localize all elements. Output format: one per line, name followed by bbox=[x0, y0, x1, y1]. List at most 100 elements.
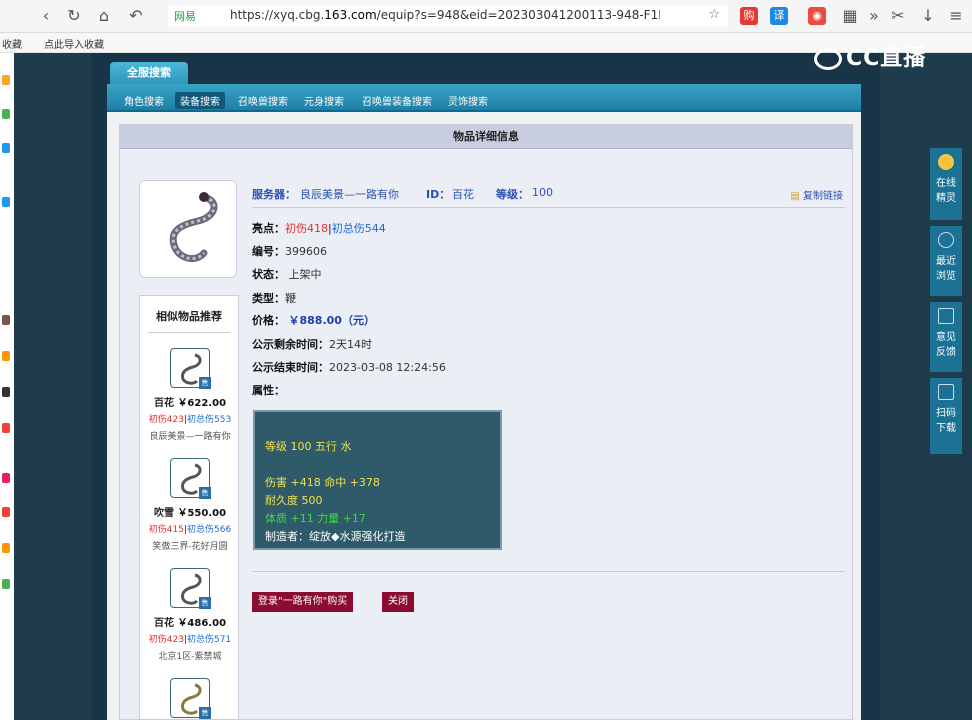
rec-server: 良辰美景—一路有你 bbox=[149, 432, 231, 442]
assistant-avatar-icon bbox=[938, 154, 954, 170]
address-bar[interactable]: 网易 https://xyq.cbg.163.com/equip?s=948&e… bbox=[168, 5, 728, 27]
subnav-equip-search[interactable]: 装备搜索 bbox=[175, 92, 225, 109]
translate-icon[interactable]: 译 bbox=[770, 7, 788, 25]
whip-icon bbox=[169, 192, 218, 263]
side-app-icon[interactable] bbox=[2, 143, 10, 153]
rec-server: 北京1区-紫禁城 bbox=[158, 652, 222, 662]
home-icon[interactable]: ⌂ bbox=[94, 6, 114, 26]
rec-price: ￥622.00 bbox=[177, 398, 227, 409]
rec-tag: 初伤423 bbox=[148, 635, 184, 645]
bookmark-folder[interactable]: 收藏 bbox=[2, 36, 22, 51]
apps-grid-icon[interactable]: ▦ bbox=[840, 6, 860, 26]
level-label: 等级： bbox=[496, 188, 529, 201]
id-label: ID： bbox=[426, 188, 451, 201]
qrcode-icon bbox=[938, 384, 954, 400]
game-icon[interactable]: ◉ bbox=[808, 7, 826, 25]
rec-name: 百花 bbox=[153, 398, 174, 409]
sell-badge: 售 bbox=[199, 377, 211, 389]
side-app-icon[interactable] bbox=[2, 387, 10, 397]
level-value: 100 bbox=[532, 186, 553, 199]
attributes-label: 属性： bbox=[252, 384, 285, 397]
rec-tag: 初总伤566 bbox=[187, 525, 232, 535]
subnav-pet-search[interactable]: 召唤兽搜索 bbox=[233, 92, 293, 109]
download-icon[interactable]: ↓ bbox=[918, 6, 938, 26]
list-item[interactable]: 售 百花 ￥622.00 初伤423|初总伤553 良辰美景—一路有你 bbox=[140, 348, 240, 442]
side-app-icon[interactable] bbox=[2, 507, 10, 517]
detail-header: 物品详细信息 bbox=[120, 125, 852, 149]
cc-live-logo[interactable]: CC直播 bbox=[814, 40, 926, 72]
subnav-role-search[interactable]: 角色搜索 bbox=[119, 92, 169, 109]
side-app-icon[interactable] bbox=[2, 315, 10, 325]
whip-icon[interactable]: 售 bbox=[170, 568, 211, 609]
star-icon[interactable]: ☆ bbox=[708, 7, 720, 22]
side-app-icon[interactable] bbox=[2, 473, 10, 483]
attribute-box: 等级 100 五行 水 伤害 +418 命中 +378 耐久度 500 体质 +… bbox=[253, 410, 502, 550]
float-feedback[interactable]: 意见 反馈 bbox=[930, 302, 962, 372]
float-recent-browse[interactable]: 最近 浏览 bbox=[930, 226, 962, 296]
highlight-tag: 初总伤544 bbox=[331, 222, 386, 235]
sell-badge: 售 bbox=[199, 597, 211, 609]
rec-price: ￥486.00 bbox=[177, 618, 227, 629]
side-app-icon[interactable] bbox=[2, 75, 10, 85]
whip-icon[interactable]: 售 bbox=[170, 348, 211, 389]
subnav-ornament-search[interactable]: 灵饰搜索 bbox=[443, 92, 493, 109]
subnav-pet-equip-search[interactable]: 召唤兽装备搜索 bbox=[357, 92, 437, 109]
remaining-time-row: 公示剩余时间：2天14时 bbox=[252, 338, 372, 351]
list-item[interactable]: 售 bbox=[140, 678, 240, 719]
extension-icon[interactable]: 购 bbox=[740, 7, 758, 25]
scissors-icon[interactable]: ✂ bbox=[888, 6, 908, 26]
item-image bbox=[139, 180, 237, 278]
tab-all-server-search[interactable]: 全服搜索 bbox=[110, 62, 188, 86]
side-app-icon[interactable] bbox=[2, 543, 10, 553]
attr-stats: 体质 +11 力量 +17 bbox=[265, 512, 366, 525]
divider bbox=[252, 571, 845, 572]
list-item[interactable]: 售 百花 ￥486.00 初伤423|初总伤571 北京1区-紫禁城 bbox=[140, 568, 240, 662]
rec-name: 百花 bbox=[153, 618, 174, 629]
edit-icon bbox=[938, 308, 954, 324]
copy-link[interactable]: ▤ 复制链接 bbox=[790, 187, 843, 202]
sub-navigation: 角色搜索 装备搜索 召唤兽搜索 元身搜索 召唤兽装备搜索 灵饰搜索 bbox=[107, 84, 861, 112]
side-app-icon[interactable] bbox=[2, 579, 10, 589]
link-icon: ▤ bbox=[790, 191, 800, 202]
side-app-icon[interactable] bbox=[2, 197, 10, 207]
id-value: 百花 bbox=[452, 188, 474, 201]
server-value: 良辰美景—一路有你 bbox=[300, 188, 399, 201]
subnav-body-search[interactable]: 元身搜索 bbox=[299, 92, 349, 109]
back-icon[interactable]: ‹ bbox=[36, 6, 56, 26]
rec-tag: 初总伤553 bbox=[187, 415, 232, 425]
whip-icon[interactable]: 售 bbox=[170, 458, 211, 499]
undo-icon[interactable]: ↶ bbox=[126, 6, 146, 26]
url-text[interactable]: https://xyq.cbg.163.com/equip?s=948&eid=… bbox=[230, 8, 660, 22]
side-app-icon[interactable] bbox=[2, 423, 10, 433]
close-button[interactable]: 关闭 bbox=[382, 592, 414, 612]
rec-name: 吹雪 bbox=[153, 508, 174, 519]
browser-toolbar: ‹ ↻ ⌂ ↶ 网易 https://xyq.cbg.163.com/equip… bbox=[0, 0, 972, 33]
type-row: 类型：鞭 bbox=[252, 292, 296, 305]
side-app-icon[interactable] bbox=[2, 351, 10, 361]
login-buy-button[interactable]: 登录"一路有你"购买 bbox=[252, 592, 354, 612]
attr-level-element: 等级 100 五行 水 bbox=[265, 440, 352, 453]
rec-tag: 初伤423 bbox=[148, 415, 184, 425]
server-label: 服务器： bbox=[252, 188, 296, 201]
rec-server: 笑傲三界-花好月圆 bbox=[152, 542, 228, 552]
float-scan-download[interactable]: 扫码 下载 bbox=[930, 378, 962, 454]
attr-durability: 耐久度 500 bbox=[265, 494, 323, 507]
float-online-assistant[interactable]: 在线 精灵 bbox=[930, 148, 962, 220]
side-app-icon[interactable] bbox=[2, 109, 10, 119]
left-column: 相似物品推荐 售 百花 ￥622.00 初伤423|初总伤553 良辰美景—一路… bbox=[139, 180, 239, 720]
highlight-tag: 初伤418 bbox=[285, 222, 328, 235]
clock-icon bbox=[938, 232, 954, 248]
number-row: 编号：399606 bbox=[252, 245, 327, 258]
attr-damage-hit: 伤害 +418 命中 +378 bbox=[265, 476, 380, 489]
attr-maker: 制造者：绽放◆水源强化打造 bbox=[265, 530, 406, 543]
sell-badge: 售 bbox=[199, 707, 211, 719]
menu-icon[interactable]: ≡ bbox=[946, 6, 966, 26]
bookmark-import-link[interactable]: 点此导入收藏 bbox=[44, 36, 104, 51]
highlight-row: 亮点：初伤418|初总伤544 bbox=[252, 222, 386, 235]
whip-icon[interactable]: 售 bbox=[170, 678, 211, 719]
price-row: 价格： ￥888.00（元） bbox=[252, 314, 375, 327]
similar-items-panel: 相似物品推荐 售 百花 ￥622.00 初伤423|初总伤553 良辰美景—一路… bbox=[139, 295, 239, 720]
more-icon[interactable]: » bbox=[864, 6, 884, 26]
list-item[interactable]: 售 吹雪 ￥550.00 初伤415|初总伤566 笑傲三界-花好月圆 bbox=[140, 458, 240, 552]
refresh-icon[interactable]: ↻ bbox=[64, 6, 84, 26]
